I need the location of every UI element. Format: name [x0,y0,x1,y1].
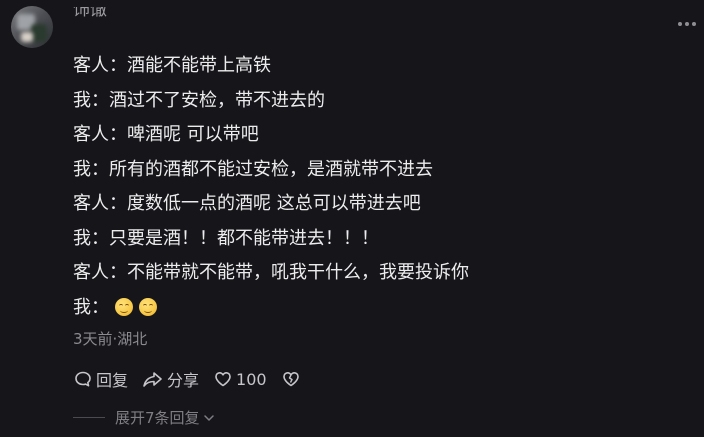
avatar[interactable] [11,6,53,48]
comment-line: 我：酒过不了安检，带不进去的 [73,89,325,111]
comment-line: 客人：度数低一点的酒呢 这总可以带进去吧 [73,193,421,214]
share-label: 分享 [167,371,200,390]
comment-body: 客人：酒能不能带上高铁 我：酒过不了安检，带不进去的 客人：啤酒呢 可以带吧 我… [73,49,693,325]
reply-icon [75,371,91,387]
username[interactable]: 饰馓 [73,7,107,21]
divider [73,417,105,418]
like-count: 100 [236,369,267,389]
comment-line-text: 我： [73,296,109,318]
reply-button[interactable]: 回复 [73,367,128,391]
broken-heart-icon [282,372,299,387]
expand-replies-label: 展开7条回复 [115,409,200,427]
comment-line: 我：所有的酒都不能过安检，是酒就带不进去 [73,158,433,180]
dislike-button[interactable] [281,369,304,389]
comment-meta: 3天前·湖北 [73,330,148,348]
more-options-icon[interactable] [678,22,696,26]
chevron-down-icon [203,414,214,421]
share-icon [143,372,162,387]
reply-label: 回复 [96,371,129,390]
comment-line: 客人：啤酒呢 可以带吧 [73,124,259,145]
comment-line: 客人：不能带就不能带，吼我干什么，我要投诉你 [73,262,469,283]
comment-line-last: 我： [73,291,693,326]
like-button[interactable]: 100 [213,369,267,389]
expand-replies-link[interactable]: 展开7条回复 [73,407,216,428]
share-button[interactable]: 分享 [142,367,199,391]
heart-icon [215,372,231,387]
action-bar: 回复 分享 100 [73,367,318,391]
comment-line: 我：只要是酒！！都不能带进去！！！ [73,227,379,249]
username-text: 饰馓 [73,7,107,20]
comment-line: 客人：酒能不能带上高铁 [73,55,271,76]
grinning-face-icon [139,297,157,316]
grinning-face-icon [115,297,133,316]
